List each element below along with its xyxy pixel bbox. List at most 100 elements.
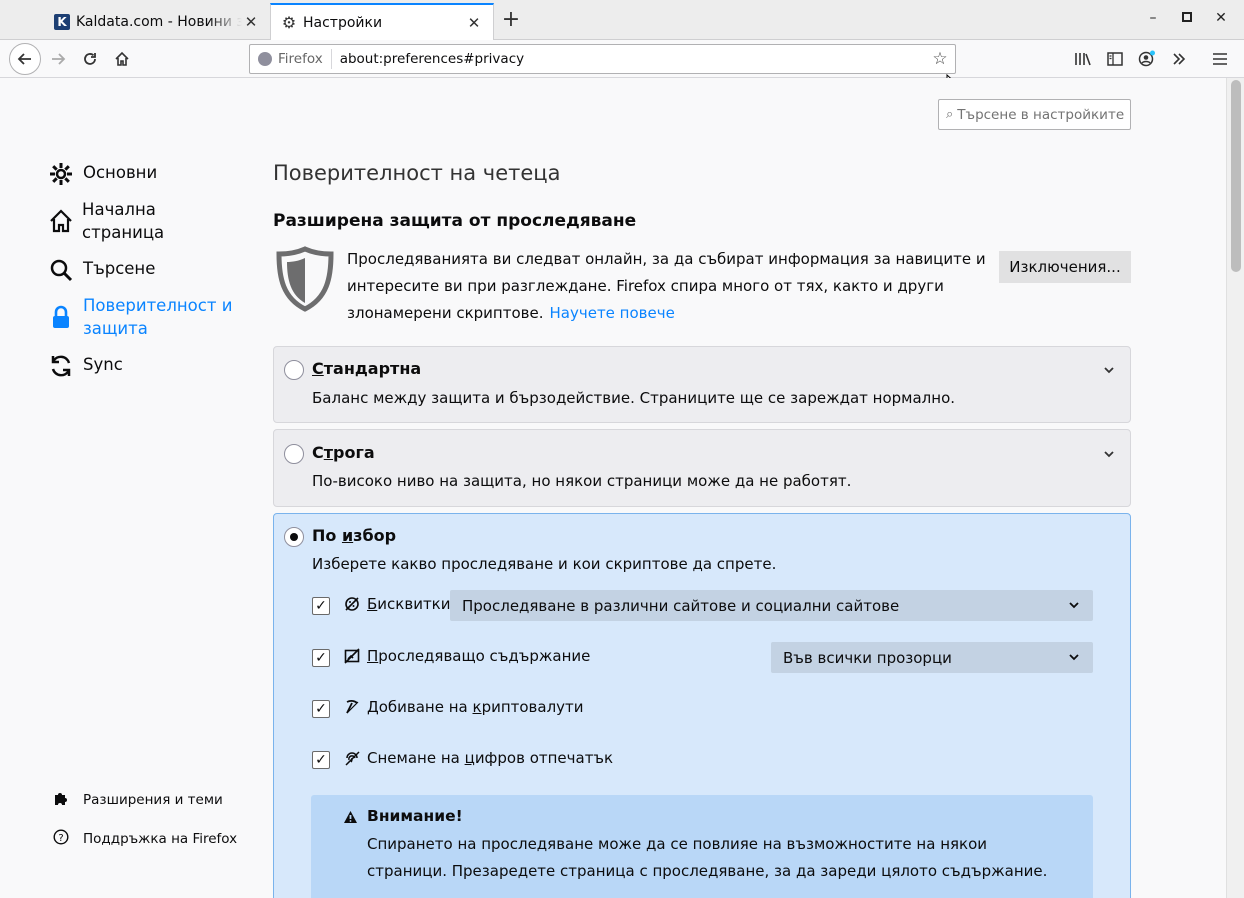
url-bar[interactable]: Firefox about:preferences#privacy ☆ (249, 44, 956, 74)
option-standard[interactable]: Стандартна Баланс между защита и бързоде… (273, 346, 1131, 423)
sidebar-item-sync[interactable]: Sync (48, 353, 123, 379)
help-icon: ? (52, 829, 70, 849)
cryptominers-checkbox[interactable]: ✓ (312, 700, 330, 718)
extensions-themes-link[interactable]: Разширения и теми (52, 790, 223, 810)
identity-box[interactable]: Firefox (250, 49, 332, 69)
sidebar-item-home[interactable]: Начална страница (48, 198, 188, 244)
warning-title: Внимание! (367, 807, 463, 825)
kaldata-favicon-icon: K (54, 14, 70, 30)
close-tab-icon[interactable]: ✕ (242, 13, 260, 31)
fingerprint-icon (343, 750, 361, 770)
tracking-select-value: Във всички прозорци (783, 648, 952, 667)
learn-more-link[interactable]: Научете повече (550, 304, 675, 322)
maximize-icon (1182, 12, 1192, 22)
search-icon: ⌕ (946, 107, 954, 122)
standard-label: Стандартна (312, 359, 422, 378)
fingerprinters-checkbox[interactable]: ✓ (312, 751, 330, 769)
cookies-checkbox[interactable]: ✓ (312, 597, 330, 615)
overflow-menu-button[interactable] (1164, 44, 1194, 74)
section-title: Разширена защита от проследяване (273, 211, 637, 231)
warning-icon (343, 810, 358, 828)
vertical-scrollbar[interactable] (1226, 78, 1244, 898)
sidebar-item-label: Търсене (83, 259, 156, 278)
firefox-support-link[interactable]: ? Поддръжка на Firefox (52, 829, 237, 849)
firefox-support-label: Поддръжка на Firefox (83, 831, 238, 847)
exceptions-button[interactable]: Изключения... (999, 251, 1131, 283)
tracking-content-select[interactable]: Във всички прозорци (771, 642, 1093, 673)
sidebar-item-privacy[interactable]: Поверителност и защита (48, 294, 248, 340)
cryptominers-label: Добиване на криптовалути (367, 698, 584, 716)
cryptominer-icon (343, 699, 361, 719)
sidebar-icon (1107, 52, 1123, 66)
strict-description: По-високо ниво на защита, но някои стран… (312, 472, 852, 490)
warning-text: Спирането на проследяване може да се пов… (367, 835, 1048, 880)
chevron-down-icon (1069, 651, 1079, 664)
minimize-button[interactable]: – (1143, 10, 1163, 26)
chevron-down-icon[interactable] (1104, 447, 1114, 461)
account-button[interactable] (1132, 44, 1162, 74)
extensions-themes-label: Разширения и теми (83, 792, 223, 808)
sidebar-button[interactable] (1100, 44, 1130, 74)
home-icon (48, 208, 73, 234)
cookies-select[interactable]: Проследяване в различни сайтове и социал… (450, 590, 1093, 621)
sync-icon (48, 353, 74, 379)
search-icon (48, 257, 74, 283)
tracking-content-label: Проследяващо съдържание (367, 647, 591, 665)
tab-label: Kaldata.com - Новини за (76, 14, 242, 30)
chevron-down-icon (1069, 599, 1079, 612)
reload-button[interactable] (75, 44, 105, 74)
library-button[interactable] (1068, 44, 1098, 74)
page-title: Поверителност на четеца (273, 161, 561, 185)
close-window-button[interactable]: ✕ (1211, 10, 1231, 26)
maximize-button[interactable] (1177, 10, 1197, 26)
sidebar-item-search[interactable]: Търсене (48, 257, 155, 283)
chevron-down-icon[interactable] (1104, 363, 1114, 377)
tab-strip: K Kaldata.com - Новини за ✕ ⚙ Настройки … (0, 0, 1244, 40)
preferences-content: ⌕ Търсене в настройките Основни Начална … (0, 78, 1226, 898)
arrow-left-icon (17, 53, 31, 65)
custom-description: Изберете какво проследяване и кои скрипт… (312, 555, 777, 573)
sidebar-item-general[interactable]: Основни (48, 161, 157, 187)
back-button[interactable] (9, 43, 41, 75)
arrow-right-icon (52, 53, 66, 65)
option-custom[interactable]: По избор Изберете какво проследяване и к… (273, 513, 1131, 898)
forward-button[interactable] (43, 44, 73, 74)
strict-label: Строга (312, 443, 375, 462)
custom-radio[interactable] (284, 527, 304, 547)
search-placeholder: Търсене в настройките (957, 106, 1125, 123)
bookmark-star-icon[interactable]: ☆ (925, 49, 955, 69)
scrollbar-thumb[interactable] (1231, 80, 1241, 272)
svg-text:?: ? (58, 833, 63, 844)
option-strict[interactable]: Строга По-високо ниво на защита, но няко… (273, 429, 1131, 507)
double-chevron-right-icon (1173, 53, 1186, 65)
url-text[interactable]: about:preferences#privacy (332, 51, 925, 67)
home-button[interactable] (107, 44, 137, 74)
tracking-protection-description: Проследяванията ви следват онлайн, за да… (347, 246, 987, 327)
hamburger-menu-button[interactable] (1205, 44, 1235, 74)
home-icon (115, 51, 129, 66)
library-icon (1075, 53, 1091, 66)
navigation-toolbar: Firefox about:preferences#privacy ☆ (0, 40, 1244, 78)
search-preferences-input[interactable]: ⌕ Търсене в настройките (938, 99, 1131, 130)
standard-radio[interactable] (284, 360, 304, 380)
account-icon (1138, 50, 1155, 67)
sidebar-item-label: Основни (83, 163, 158, 182)
reload-icon (84, 53, 96, 65)
strict-radio[interactable] (284, 444, 304, 464)
close-tab-icon[interactable]: ✕ (465, 14, 483, 32)
sidebar-item-label: Sync (83, 355, 123, 374)
gear-icon (48, 161, 74, 187)
warning-box: Внимание! Спирането на проследяване може… (311, 795, 1093, 898)
new-tab-button[interactable]: + (500, 8, 522, 32)
hamburger-icon (1213, 53, 1227, 65)
identity-label: Firefox (278, 51, 323, 67)
tracking-content-checkbox[interactable]: ✓ (312, 649, 330, 667)
custom-label: По избор (312, 526, 397, 545)
gear-icon: ⚙ (281, 13, 297, 32)
tab-kaldata[interactable]: K Kaldata.com - Новини за ✕ (44, 4, 270, 40)
tab-label: Настройки (303, 14, 383, 31)
cookies-label: Бисквитки (367, 595, 451, 613)
puzzle-icon (52, 790, 70, 810)
tab-settings[interactable]: ⚙ Настройки ✕ (270, 3, 494, 40)
standard-description: Баланс между защита и бързодействие. Стр… (312, 389, 956, 407)
